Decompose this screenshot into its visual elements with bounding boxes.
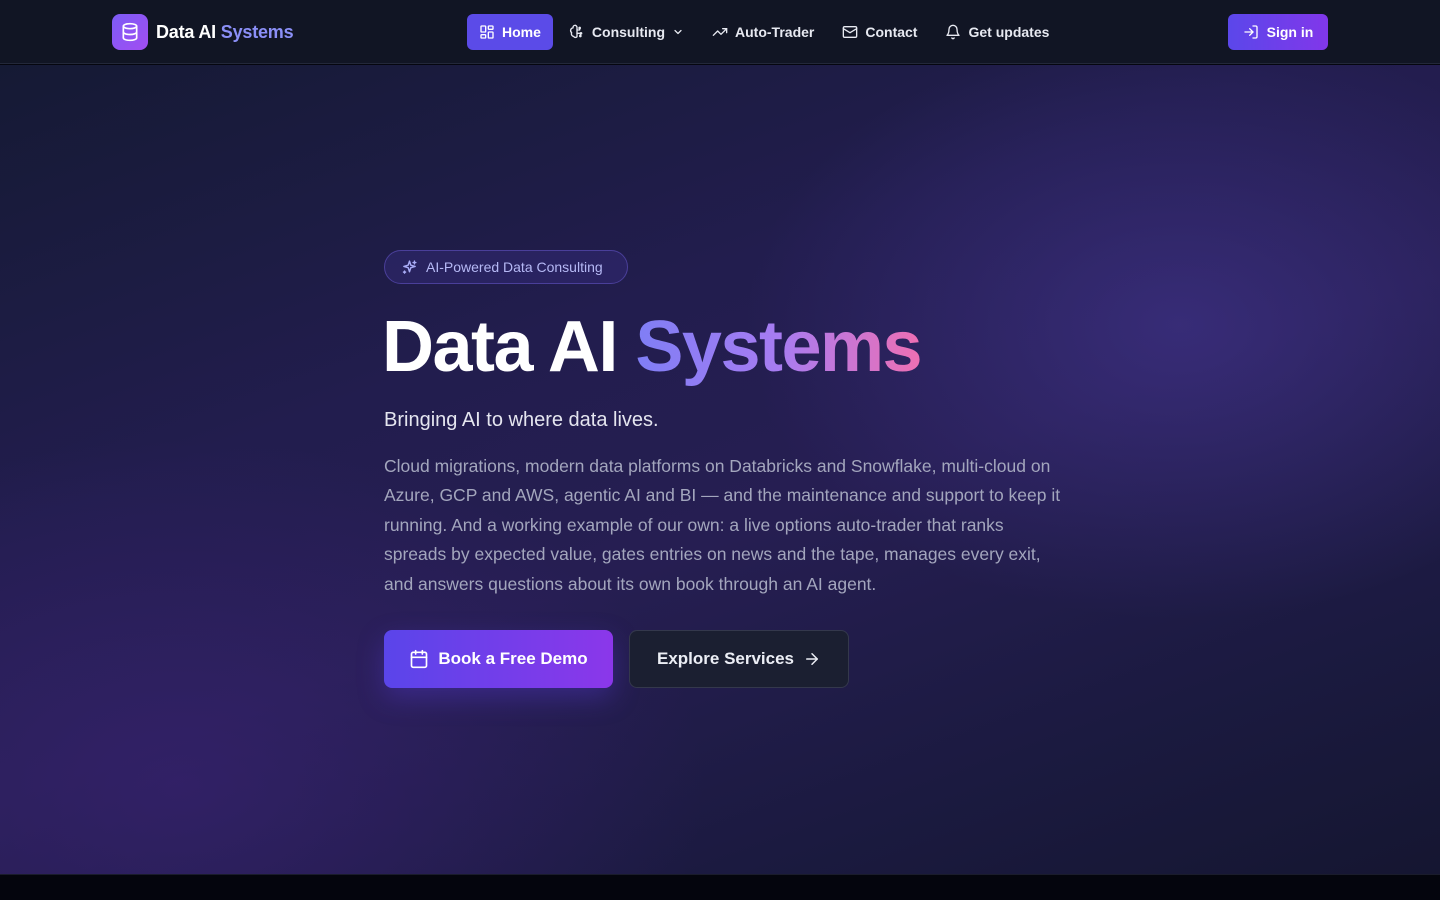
brand-name-primary: Data AI [156, 21, 216, 42]
nav-item-home[interactable]: Home [467, 14, 553, 50]
main-nav: Home Consulting Auto-Trader Contact Get … [467, 14, 1065, 50]
brand-logo-link[interactable]: Data AI Systems [112, 14, 294, 50]
brand-name-accent: Systems [220, 21, 294, 42]
mail-icon [843, 26, 858, 38]
trending-up-icon [712, 27, 728, 36]
hero-title-gradient: Systems [635, 307, 922, 387]
sign-in-button[interactable]: Sign in [1228, 14, 1328, 50]
nav-item-label: Contact [865, 24, 918, 40]
arrow-right-icon [806, 653, 819, 665]
nav-item-label: Auto-Trader [735, 24, 815, 40]
explore-services-button[interactable]: Explore Services [629, 630, 849, 688]
sign-in-label: Sign in [1266, 24, 1314, 40]
sparkles-icon [402, 259, 417, 274]
book-demo-label: Book a Free Demo [438, 649, 588, 668]
nav-item-label: Consulting [591, 24, 666, 40]
top-navbar: Data AI Systems Home Consulting Auto-Tra… [0, 0, 1440, 64]
footer-strip [0, 874, 1440, 900]
nav-item-label: Get updates [968, 24, 1050, 40]
nav-item-contact[interactable]: Contact [830, 14, 929, 50]
book-demo-button[interactable]: Book a Free Demo [384, 630, 613, 688]
nav-item-label: Home [502, 24, 541, 40]
calendar-icon [411, 649, 428, 669]
grid-icon [480, 25, 494, 39]
hero-tagline: Bringing AI to where data lives. [384, 409, 659, 431]
database-icon [112, 14, 148, 50]
nav-item-auto-trader[interactable]: Auto-Trader [700, 14, 826, 50]
explore-services-label: Explore Services [656, 649, 795, 668]
nav-item-get-updates[interactable]: Get updates [933, 14, 1061, 50]
hero-description: Cloud migrations, modern data platforms … [384, 456, 1061, 594]
hero-title-primary: Data AI [382, 307, 618, 387]
hero-badge: AI-Powered Data Consulting [384, 250, 628, 284]
chevron-down-icon [674, 29, 682, 35]
log-in-icon [1243, 25, 1258, 39]
badge-label: AI-Powered Data Consulting [426, 259, 603, 275]
nav-item-consulting[interactable]: Consulting [557, 14, 696, 50]
brain-icon [569, 24, 583, 39]
bell-icon [946, 24, 961, 40]
hero-title: Data AI Systems [382, 302, 923, 392]
brand-name: Data AI Systems [156, 21, 294, 43]
